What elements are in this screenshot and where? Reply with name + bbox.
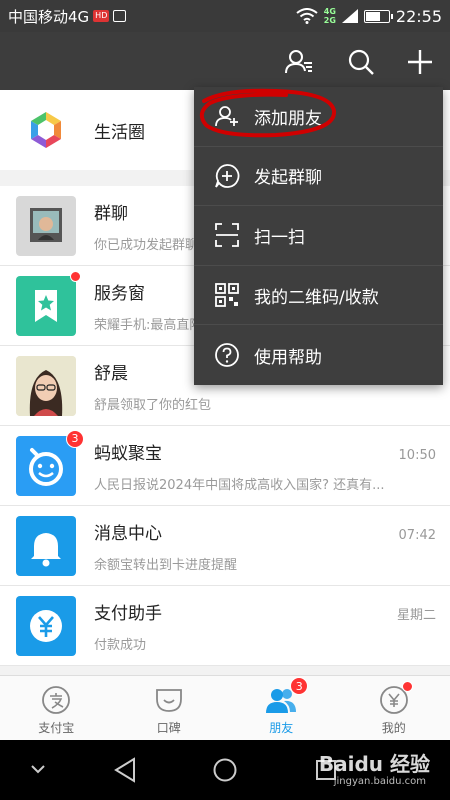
add-menu-dropdown: 添加朋友 发起群聊 扫一扫 我的二维码/收款 使用帮助 <box>194 87 443 385</box>
menu-item-group-chat[interactable]: 发起群聊 <box>194 147 443 207</box>
home-icon[interactable] <box>213 758 237 782</box>
friends-icon-wrap: 3 <box>266 677 309 715</box>
carrier-info: 中国移动4G HD <box>8 6 127 27</box>
menu-item-scan[interactable]: 扫一扫 <box>194 206 443 266</box>
help-icon <box>215 343 239 368</box>
image-notification-icon <box>113 10 127 22</box>
contacts-icon[interactable] <box>284 47 314 77</box>
menu-item-qr-code[interactable]: 我的二维码/收款 <box>194 266 443 326</box>
list-item[interactable]: 支付助手 星期二 付款成功 <box>0 586 450 666</box>
chat-time: 星期二 <box>396 607 436 623</box>
chat-preview: 舒晨领取了你的红包 <box>94 397 212 413</box>
chat-preview: 余额宝转出到卡进度提醒 <box>94 557 238 573</box>
tab-label: 朋友 <box>269 721 294 735</box>
signal-icon <box>341 9 358 23</box>
me-icon-wrap <box>379 681 413 715</box>
unread-dot <box>401 681 413 692</box>
qr-code-icon <box>215 283 239 307</box>
tab-alipay[interactable]: 支付宝 <box>0 676 113 740</box>
avatar <box>16 355 76 416</box>
list-item[interactable]: 消息中心 07:42 余额宝转出到卡进度提醒 <box>0 506 450 586</box>
unread-badge: 3 <box>290 677 309 695</box>
bottom-tab-bar: 支付宝 口碑 3 朋友 我的 <box>0 675 450 740</box>
tab-label: 支付宝 <box>38 721 75 735</box>
tab-koubei[interactable]: 口碑 <box>113 676 226 740</box>
add-friend-icon <box>215 106 238 127</box>
chat-time: 10:50 <box>398 447 436 463</box>
battery-icon <box>363 9 393 23</box>
clock: 22:55 <box>395 6 442 26</box>
chat-title: 消息中心 <box>94 523 162 544</box>
status-bar: 中国移动4G HD 4G 2G 22:55 <box>0 0 450 32</box>
avatar <box>16 270 81 336</box>
top-bar <box>0 32 450 90</box>
avatar <box>16 515 76 576</box>
back-icon[interactable] <box>113 757 137 783</box>
life-circle-label: 生活圈 <box>94 122 145 143</box>
carrier-label: 中国移动4G <box>8 7 90 26</box>
chevron-down-icon[interactable] <box>30 763 46 775</box>
menu-item-label: 添加朋友 <box>254 108 322 129</box>
chat-title: 舒晨 <box>94 363 128 384</box>
watermark-url: jingyan.baidu.com <box>333 776 426 787</box>
chat-title: 群聊 <box>94 203 128 224</box>
chat-time: 07:42 <box>398 527 436 543</box>
tab-label: 口碑 <box>156 721 181 735</box>
tab-me[interactable]: 我的 <box>338 676 450 740</box>
menu-item-help[interactable]: 使用帮助 <box>194 325 443 385</box>
menu-item-label: 使用帮助 <box>254 347 322 368</box>
plus-icon[interactable] <box>405 47 435 77</box>
alipay-icon <box>42 686 71 714</box>
menu-item-label: 扫一扫 <box>254 227 305 248</box>
avatar: 3 <box>16 429 84 496</box>
avatar <box>16 595 76 656</box>
status-right: 4G 2G 22:55 <box>296 7 442 26</box>
tab-friends[interactable]: 3 朋友 <box>225 676 338 740</box>
chat-preview: 付款成功 <box>94 637 147 653</box>
avatar <box>16 195 76 256</box>
net-2g-label: 2G <box>323 16 336 25</box>
menu-item-label: 发起群聊 <box>254 168 322 189</box>
wifi-icon <box>296 8 318 24</box>
unread-dot <box>70 270 81 282</box>
chat-title: 支付助手 <box>94 603 162 624</box>
watermark-brand: Baidu 经验 <box>318 752 430 776</box>
chat-preview: 人民日报说2024年中国将成高收入国家? 还真有... <box>94 477 385 493</box>
menu-item-label: 我的二维码/收款 <box>254 287 379 308</box>
network-type: 4G 2G <box>324 7 336 25</box>
chat-title: 服务窗 <box>94 283 145 304</box>
hd-badge: HD <box>93 10 110 22</box>
search-icon[interactable] <box>346 47 376 77</box>
list-item[interactable]: 3 蚂蚁聚宝 10:50 人民日报说2024年中国将成高收入国家? 还真有... <box>0 426 450 506</box>
menu-item-add-friend[interactable]: 添加朋友 <box>194 87 443 147</box>
scan-icon <box>215 223 239 248</box>
koubei-icon <box>155 689 182 712</box>
group-chat-icon <box>215 163 240 188</box>
chat-title: 蚂蚁聚宝 <box>94 443 162 464</box>
unread-badge: 3 <box>66 429 84 448</box>
life-circle-logo <box>29 110 63 150</box>
tab-label: 我的 <box>381 721 406 735</box>
net-4g-label: 4G <box>323 7 336 16</box>
